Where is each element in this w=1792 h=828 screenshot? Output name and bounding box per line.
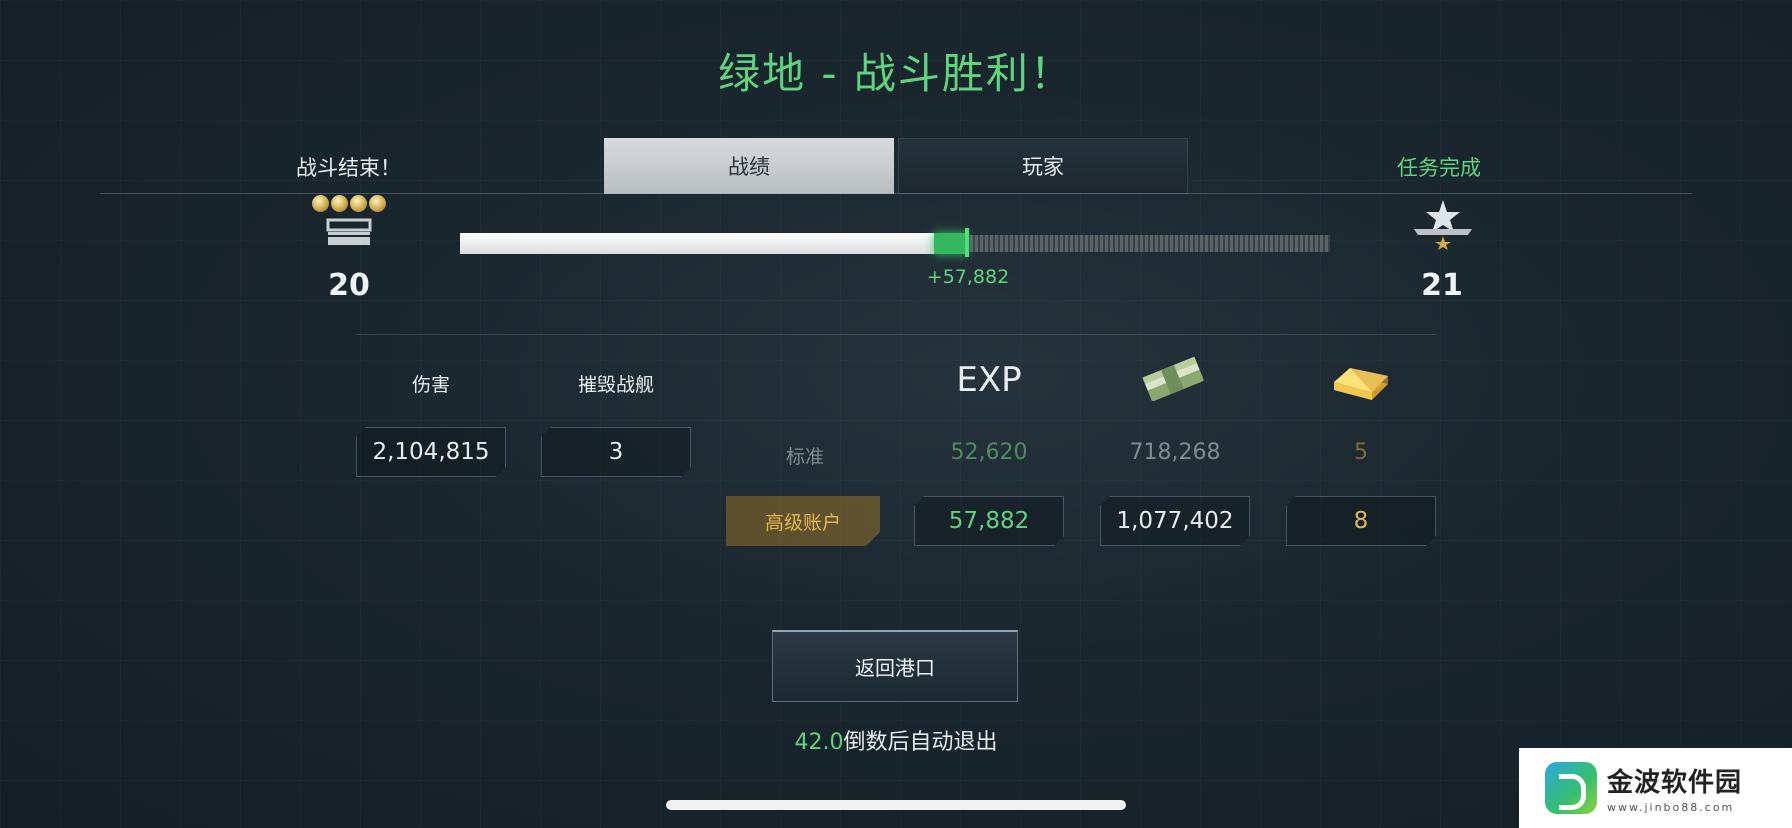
destroyed-ships-label: 摧毁战舰 xyxy=(577,374,654,396)
standard-exp-value: 52,620 xyxy=(950,440,1028,465)
mission-complete-label: 任务完成 xyxy=(1397,156,1481,180)
star-icon xyxy=(369,195,386,212)
tab-players[interactable]: 玩家 xyxy=(898,138,1188,194)
damage-label: 伤害 xyxy=(411,374,450,396)
star-icon xyxy=(312,195,329,212)
current-rank-number: 20 xyxy=(328,268,370,303)
tab-battle-record[interactable]: 战绩 xyxy=(604,138,894,194)
battle-over-label: 战斗结束！ xyxy=(296,156,401,180)
standard-money-value: 718,268 xyxy=(1129,440,1221,465)
premium-money-value: 1,077,402 xyxy=(1100,496,1250,546)
gold-bar-icon xyxy=(1334,368,1388,400)
standard-label: 标准 xyxy=(785,446,824,468)
rank-insignia-icon xyxy=(326,218,372,245)
exp-progress-gain xyxy=(934,233,967,254)
watermark: 金波软件园 www.jinbo88.com xyxy=(1519,748,1792,828)
standard-gold-value: 5 xyxy=(1354,440,1368,465)
divider-top xyxy=(100,193,1692,194)
watermark-logo-icon xyxy=(1545,762,1597,814)
exp-progress-fill xyxy=(460,233,934,254)
countdown-text: 倒数后自动退出 xyxy=(843,730,998,755)
destroyed-ships-value: 3 xyxy=(541,427,691,477)
premium-exp-value: 57,882 xyxy=(914,496,1064,546)
star-icon xyxy=(350,195,367,212)
next-rank-insignia-icon xyxy=(1414,200,1472,250)
exp-header: EXP xyxy=(956,360,1022,400)
watermark-url: www.jinbo88.com xyxy=(1607,801,1735,814)
star-icon xyxy=(331,195,348,212)
divider-middle xyxy=(356,334,1436,335)
background-grid xyxy=(0,0,1792,828)
battle-result-title: 绿地 - 战斗胜利！ xyxy=(718,49,1074,98)
premium-gold-value: 8 xyxy=(1286,496,1436,546)
countdown-seconds: 42.0 xyxy=(794,730,844,755)
money-stack-icon xyxy=(1142,356,1204,402)
return-to-port-button[interactable]: 返回港口 xyxy=(772,630,1018,702)
damage-value: 2,104,815 xyxy=(356,427,506,477)
rank-stars xyxy=(312,195,386,212)
premium-account-label: 高级账户 xyxy=(726,496,880,546)
exp-gain-text: +57,882 xyxy=(926,266,1010,288)
home-indicator[interactable] xyxy=(666,800,1126,810)
watermark-name: 金波软件园 xyxy=(1607,768,1743,798)
exp-progress-marker xyxy=(965,228,969,257)
next-rank-number: 21 xyxy=(1421,268,1463,303)
